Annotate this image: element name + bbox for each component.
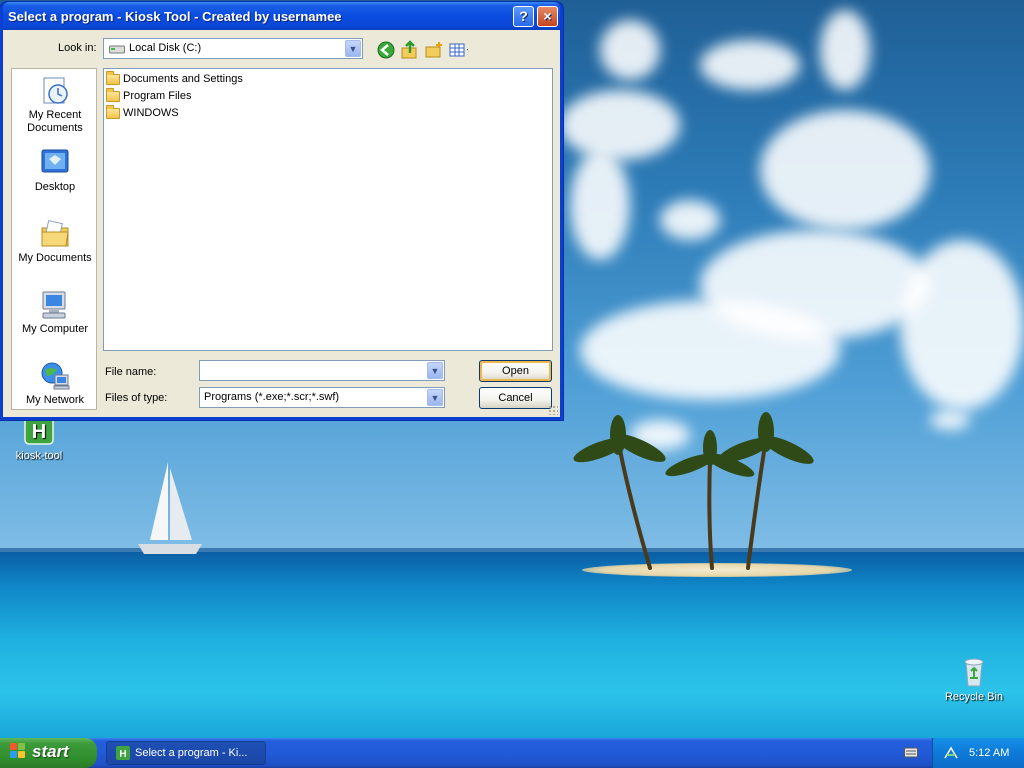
place-label: My Computer [21,323,89,335]
network-tray-icon[interactable] [943,746,959,760]
files-of-type-label: Files of type: [105,392,168,404]
place-desktop[interactable]: Desktop [12,147,98,194]
my-computer-icon [42,291,66,319]
recent-documents-icon [43,77,68,104]
place-my-documents[interactable]: My Documents [12,218,98,265]
look-in-value: Local Disk (C:) [129,42,202,54]
place-label: Desktop [34,181,76,193]
taskbar-item-label: Select a program - Ki... [135,747,248,759]
help-button[interactable]: ? [513,6,534,27]
new-folder-icon[interactable] [424,40,444,60]
files-of-type-value: Programs (*.exe;*.scr;*.swf) [204,391,340,403]
file-name-label: File name: [105,366,157,378]
system-tray: 5:12 AM [932,738,1024,768]
sailboat [138,462,202,554]
svg-text:H: H [119,749,126,760]
desktop-icon [41,149,69,173]
cloud [900,240,1024,410]
chevron-down-icon[interactable]: ▼ [427,362,443,379]
my-network-icon [41,362,70,390]
my-documents-icon [41,220,69,247]
file-name-input[interactable]: ▼ [199,360,445,381]
files-of-type-select[interactable]: Programs (*.exe;*.scr;*.swf) ▼ [199,387,445,408]
taskbar-item-select-program[interactable]: H Select a program - Ki... [106,741,266,765]
recycle-bin-icon [964,658,984,687]
taskbar: start H Select a program - Ki... 5:12 AM [0,738,1024,768]
clock[interactable]: 5:12 AM [969,747,1009,759]
desktop-icon-recycle-bin[interactable]: Recycle Bin [935,656,1013,703]
cancel-button[interactable]: Cancel [479,387,552,409]
dialog-client-area: Look in: Local Disk (C:) ▼ My Recent Doc… [3,30,560,417]
keyboard-icon[interactable] [904,746,918,758]
desktop-icon-kiosk-tool[interactable]: H kiosk-tool [0,415,78,462]
file-name: Program Files [123,90,192,102]
place-label: My Network [25,394,85,406]
wallpaper-sea [0,552,1024,738]
resize-grip[interactable] [548,405,558,415]
kiosk-tool-icon: H [116,746,130,760]
places-bar: My Recent Documents Desktop My Documents [11,68,97,410]
desktop-icon-label: Recycle Bin [944,691,1004,703]
cloud [660,200,720,240]
folder-icon [106,87,120,102]
open-file-dialog: Select a program - Kiosk Tool - Created … [0,2,563,420]
list-item[interactable]: WINDOWS [106,104,179,121]
cloud [760,110,930,230]
cloud [820,10,870,90]
title-bar[interactable]: Select a program - Kiosk Tool - Created … [3,2,560,30]
up-folder-icon[interactable] [400,40,420,60]
folder-icon [106,70,120,85]
look-in-combo[interactable]: Local Disk (C:) ▼ [103,38,363,59]
desktop-icon-label: kiosk-tool [15,450,63,462]
open-button[interactable]: Open [479,360,552,382]
chevron-down-icon[interactable]: ▼ [345,40,361,57]
start-button[interactable]: start [0,738,97,768]
list-item[interactable]: Documents and Settings [106,70,243,87]
place-my-computer[interactable]: My Computer [12,289,98,336]
file-name: WINDOWS [123,107,179,119]
chevron-down-icon[interactable]: ▼ [427,389,443,406]
palm-trees [573,412,814,570]
windows-logo-icon [10,743,26,759]
start-label: start [32,742,69,761]
local-disk-icon [109,45,125,54]
cloud [570,150,630,260]
folder-icon [106,104,120,119]
svg-text:H: H [32,421,46,443]
place-label: My Documents [18,252,92,264]
file-name: Documents and Settings [123,73,243,85]
close-button[interactable]: × [537,6,558,27]
cloud [700,40,800,90]
place-my-network[interactable]: My Network [12,360,98,407]
back-icon[interactable] [376,40,396,60]
place-my-recent-documents[interactable]: My Recent Documents [12,75,98,135]
cloud [600,20,660,80]
cloud [580,300,840,400]
file-list[interactable]: Documents and Settings Program Files WIN… [103,68,553,351]
window-title: Select a program - Kiosk Tool - Created … [8,9,342,24]
cloud [560,90,680,160]
place-label: My Recent Documents [27,109,83,134]
look-in-label: Look in: [58,42,97,54]
view-menu-icon[interactable] [448,40,468,60]
list-item[interactable]: Program Files [106,87,192,104]
cloud [930,410,970,430]
